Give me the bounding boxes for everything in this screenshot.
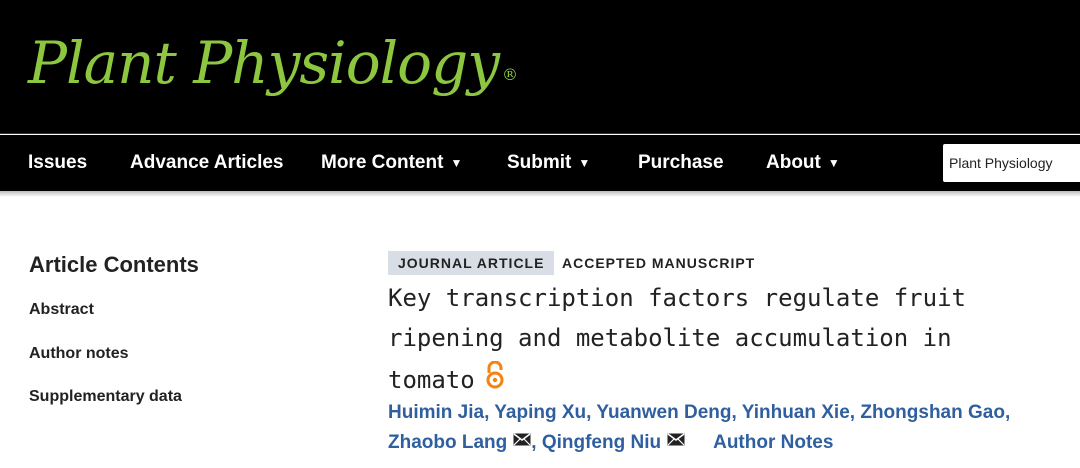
search-scope-select[interactable]: Plant Physiology [943,144,1080,182]
sidebar-link-supplementary-data[interactable]: Supplementary data [29,388,182,406]
masthead-divider [0,133,1080,134]
sidebar-link-author-notes[interactable]: Author notes [29,345,129,363]
nav-label: Advance Articles [130,152,284,173]
dropdown-caret-icon: ▼ [827,156,840,170]
article-status-badge: ACCEPTED MANUSCRIPT [562,255,756,271]
open-access-icon [485,360,505,395]
journal-logo[interactable]: Plant Physiology ® [28,28,518,98]
author-link[interactable]: Zhongshan Gao [860,402,1005,423]
nav-label: Issues [28,152,88,173]
search-scope-label: Plant Physiology [949,155,1053,171]
dropdown-caret-icon: ▼ [578,156,591,170]
nav-label: Submit [507,152,572,173]
author-link[interactable]: Zhaobo Lang [388,432,507,453]
dropdown-caret-icon: ▼ [450,156,463,170]
nav-issues[interactable]: Issues [28,135,87,191]
sidebar-title: Article Contents [29,252,199,277]
sidebar-link-abstract[interactable]: Abstract [29,301,94,319]
nav-purchase[interactable]: Purchase [638,135,724,191]
journal-masthead: Plant Physiology ® [0,0,1080,134]
envelope-icon[interactable] [667,430,685,452]
author-link[interactable]: Qingfeng Niu [542,432,661,453]
article-title-line: ripening and metabolite accumulation in [388,324,952,352]
author-notes-link[interactable]: Author Notes [713,432,833,453]
author-link[interactable]: Yinhuan Xie [742,402,850,423]
author-list-line-1: Huimin Jia, Yaping Xu, Yuanwen Deng, Yin… [388,402,1011,423]
nav-label: Purchase [638,152,724,173]
article-title-last-line: tomato [388,360,505,398]
author-link[interactable]: Yuanwen Deng [596,402,731,423]
nav-advance-articles[interactable]: Advance Articles [130,135,283,191]
nav-label: About [766,152,821,173]
journal-logo-text: Plant Physiology [28,29,500,97]
nav-label: More Content [321,152,444,173]
main-nav: Issues Advance Articles More Content ▼ Su… [0,135,1080,191]
nav-more-content[interactable]: More Content ▼ [321,135,462,191]
registered-mark: ® [502,65,518,84]
article-title-line: Key transcription factors regulate fruit [388,284,966,312]
envelope-icon[interactable] [513,430,531,452]
article-type-badge: JOURNAL ARTICLE [388,251,555,275]
author-link[interactable]: Huimin Jia [388,402,484,423]
nav-submit[interactable]: Submit ▼ [507,135,590,191]
article-title-line: tomato [388,366,475,394]
author-list-line-2: Zhaobo Lang, Qingfeng Niu Author Notes [388,432,833,454]
nav-shadow [0,191,1080,197]
author-link[interactable]: Yaping Xu [494,402,586,423]
nav-about[interactable]: About ▼ [766,135,840,191]
